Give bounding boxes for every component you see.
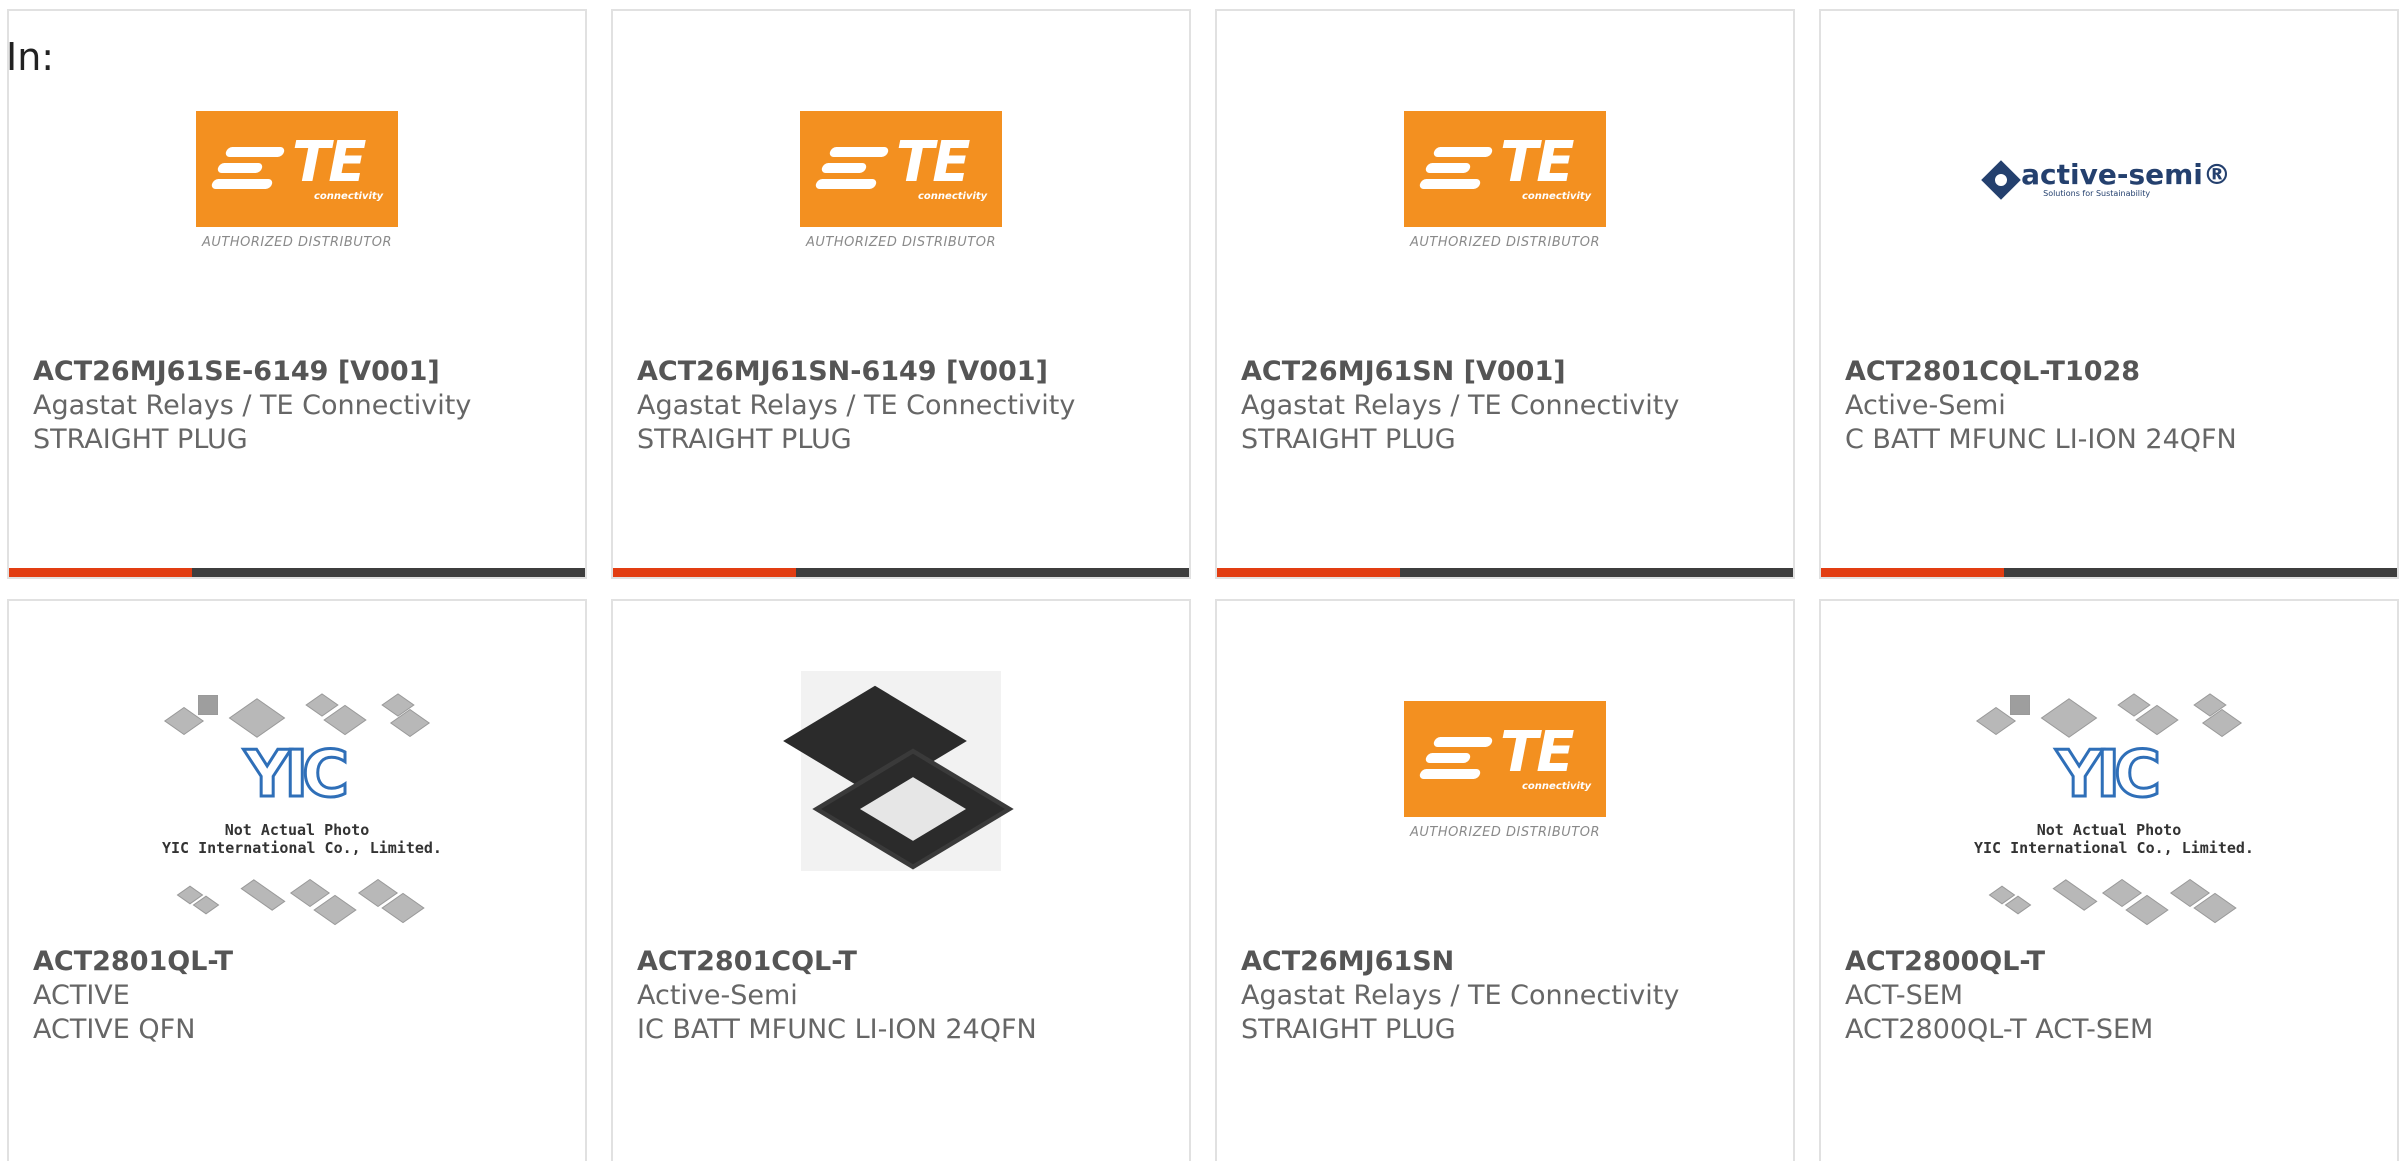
manufacturer: Agastat Relays / TE Connectivity xyxy=(637,390,1076,421)
part-number-link[interactable]: ACT2801CQL-T1028 xyxy=(1845,355,2385,389)
product-card[interactable]: ACT2801CQL-T Active-Semi IC BATT MFUNC L… xyxy=(611,599,1191,1161)
te-connectivity-logo: TE connectivity AUTHORIZED DISTRIBUTOR xyxy=(1403,701,1607,840)
product-image: YIC Not Actual Photo YIC International C… xyxy=(9,661,585,941)
active-semi-logo: active-semi® Solutions for Sustainabilit… xyxy=(1981,159,2231,200)
manufacturer: Active-Semi xyxy=(637,980,798,1011)
product-card[interactable]: TE connectivity AUTHORIZED DISTRIBUTOR A… xyxy=(611,9,1191,579)
product-card[interactable]: YIC Not Actual Photo YIC International C… xyxy=(7,599,587,1161)
description: STRAIGHT PLUG xyxy=(1241,424,1456,455)
manufacturer: ACTIVE xyxy=(33,980,130,1011)
product-image: TE connectivity AUTHORIZED DISTRIBUTOR xyxy=(1217,111,1793,337)
card-bottom-bar xyxy=(613,568,1189,577)
product-image: TE connectivity AUTHORIZED DISTRIBUTOR xyxy=(9,111,585,337)
te-connectivity-logo: TE connectivity AUTHORIZED DISTRIBUTOR xyxy=(195,111,399,250)
manufacturer: Agastat Relays / TE Connectivity xyxy=(33,390,472,421)
description: STRAIGHT PLUG xyxy=(637,424,852,455)
description: IC BATT MFUNC LI-ION 24QFN xyxy=(637,1014,1037,1045)
card-bottom-bar xyxy=(9,568,585,577)
product-grid-page: In: TE connectivity AUTHORIZED DISTRIBUT… xyxy=(0,0,2400,1161)
manufacturer: Active-Semi xyxy=(1845,390,2006,421)
product-image: TE connectivity AUTHORIZED DISTRIBUTOR xyxy=(613,111,1189,337)
part-number-link[interactable]: ACT2801QL-T xyxy=(33,945,573,979)
card-bottom-bar xyxy=(1821,568,2397,577)
description: C BATT MFUNC LI-ION 24QFN xyxy=(1845,424,2237,455)
part-number-link[interactable]: ACT26MJ61SN [V001] xyxy=(1241,355,1781,389)
qfn-chip-photo xyxy=(783,671,1005,871)
part-number-link[interactable]: ACT2800QL-T xyxy=(1845,945,2385,979)
description: STRAIGHT PLUG xyxy=(1241,1014,1456,1045)
product-card[interactable]: TE connectivity AUTHORIZED DISTRIBUTOR A… xyxy=(7,9,587,579)
product-image: YIC Not Actual Photo YIC International C… xyxy=(1821,661,2397,941)
product-image xyxy=(613,661,1189,941)
description: ACT2800QL-T ACT-SEM xyxy=(1845,1014,2154,1045)
manufacturer: ACT-SEM xyxy=(1845,980,1964,1011)
yic-not-actual-photo-image: YIC Not Actual Photo YIC International C… xyxy=(1974,691,2254,927)
product-image: active-semi® Solutions for Sustainabilit… xyxy=(1821,71,2397,297)
product-card[interactable]: YIC Not Actual Photo YIC International C… xyxy=(1819,599,2399,1161)
product-image: TE connectivity AUTHORIZED DISTRIBUTOR xyxy=(1217,701,1793,927)
product-card[interactable]: TE connectivity AUTHORIZED DISTRIBUTOR A… xyxy=(1215,9,1795,579)
part-number-link[interactable]: ACT26MJ61SN xyxy=(1241,945,1781,979)
te-connectivity-logo: TE connectivity AUTHORIZED DISTRIBUTOR xyxy=(799,111,1003,250)
product-card[interactable]: active-semi® Solutions for Sustainabilit… xyxy=(1819,9,2399,579)
description: STRAIGHT PLUG xyxy=(33,424,248,455)
description: ACTIVE QFN xyxy=(33,1014,196,1045)
manufacturer: Agastat Relays / TE Connectivity xyxy=(1241,390,1680,421)
yic-not-actual-photo-image: YIC Not Actual Photo YIC International C… xyxy=(162,691,442,927)
filter-in-label: In: xyxy=(6,35,55,79)
part-number-link[interactable]: ACT26MJ61SN-6149 [V001] xyxy=(637,355,1177,389)
part-number-link[interactable]: ACT26MJ61SE-6149 [V001] xyxy=(33,355,573,389)
active-semi-mark-icon xyxy=(1981,159,2021,200)
card-bottom-bar xyxy=(1217,568,1793,577)
product-card[interactable]: TE connectivity AUTHORIZED DISTRIBUTOR A… xyxy=(1215,599,1795,1161)
manufacturer: Agastat Relays / TE Connectivity xyxy=(1241,980,1680,1011)
te-connectivity-logo: TE connectivity AUTHORIZED DISTRIBUTOR xyxy=(1403,111,1607,250)
part-number-link[interactable]: ACT2801CQL-T xyxy=(637,945,1177,979)
